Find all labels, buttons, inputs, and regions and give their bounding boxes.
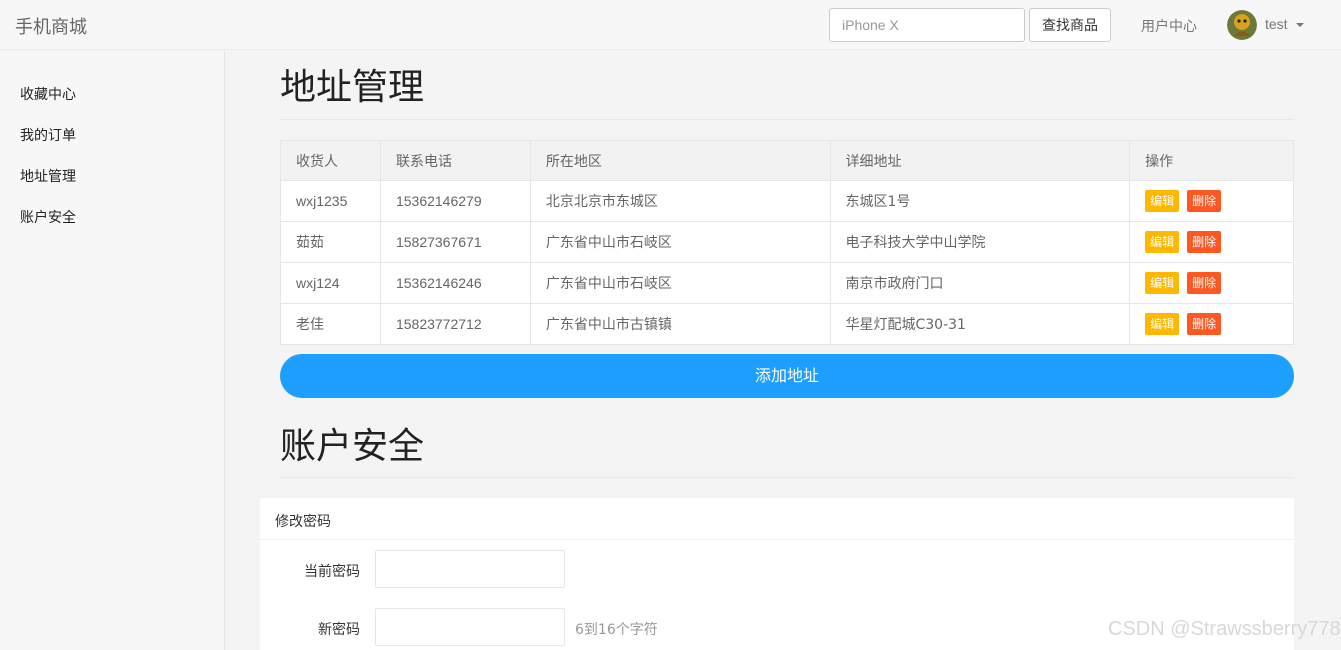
- cell-phone: 15362146246: [379, 262, 531, 304]
- add-address-button[interactable]: 添加地址: [280, 354, 1294, 398]
- cell-region: 北京北京市东城区: [529, 180, 831, 222]
- user-center-link[interactable]: 用户中心: [1141, 16, 1197, 36]
- cell-detail: 南京市政府门口: [829, 262, 1131, 304]
- address-table: 收货人 联系电话 所在地区 详细地址 操作 wxj1235 1536214627…: [280, 140, 1294, 345]
- cell-name: wxj124: [280, 262, 381, 304]
- table-row: 老佳 15823772712 广东省中山市古镇镇 华星灯配城C30-31 编辑删…: [280, 303, 1294, 345]
- current-password-input[interactable]: [375, 550, 565, 588]
- table-row: 茹茹 15827367671 广东省中山市石岐区 电子科技大学中山学院 编辑 删除: [280, 221, 1294, 263]
- delete-button[interactable]: 删除: [1187, 190, 1222, 212]
- sidebar-item-address[interactable]: 地址管理: [20, 166, 76, 186]
- cell-actions: 编辑 删除: [1129, 221, 1294, 263]
- cell-phone: 15362146279: [379, 180, 531, 222]
- cell-actions: 编辑 删除: [1129, 262, 1294, 304]
- brand-logo-text[interactable]: 手机商城: [15, 13, 87, 39]
- sidebar-item-security[interactable]: 账户安全: [20, 207, 76, 227]
- cell-detail: 华星灯配城C30-31: [829, 303, 1131, 345]
- column-header-detail: 详细地址: [829, 140, 1131, 181]
- cell-phone: 15827367671: [379, 221, 531, 263]
- security-section-title: 账户安全: [280, 426, 425, 467]
- search-button[interactable]: 查找商品: [1029, 8, 1111, 42]
- column-header-region: 所在地区: [529, 140, 831, 181]
- table-row: wxj1235 15362146279 北京北京市东城区 东城区1号 编辑 删除: [280, 180, 1294, 222]
- top-navbar: 手机商城 查找商品 用户中心 test: [0, 0, 1341, 50]
- cell-detail: 东城区1号: [829, 180, 1131, 222]
- sidebar-item-orders[interactable]: 我的订单: [20, 125, 76, 145]
- column-header-name: 收货人: [280, 140, 381, 181]
- table-header-row: 收货人 联系电话 所在地区 详细地址 操作: [280, 140, 1294, 181]
- delete-button[interactable]: 删除: [1187, 272, 1222, 294]
- watermark: CSDN @Strawssberry778: [1108, 618, 1341, 640]
- cell-phone: 15823772712: [379, 303, 531, 345]
- sidebar: 收藏中心 我的订单 地址管理 账户安全: [0, 51, 225, 650]
- cell-name: 老佳: [280, 303, 381, 345]
- card-title: 修改密码: [260, 498, 1294, 540]
- table-row: wxj124 15362146246 广东省中山市石岐区 南京市政府门口 编辑删…: [280, 262, 1294, 304]
- current-password-label: 当前密码: [304, 564, 360, 580]
- cell-actions: 编辑 删除: [1129, 303, 1294, 345]
- cell-region: 广东省中山市石岐区: [529, 221, 831, 263]
- avatar[interactable]: [1227, 10, 1257, 40]
- new-password-input[interactable]: [375, 608, 565, 646]
- new-password-hint: 6到16个字符: [575, 622, 658, 638]
- security-divider: [280, 477, 1294, 478]
- edit-button[interactable]: 编辑: [1145, 231, 1180, 253]
- edit-button[interactable]: 编辑: [1145, 272, 1180, 294]
- cell-detail: 电子科技大学中山学院: [829, 221, 1131, 263]
- new-password-label: 新密码: [318, 622, 360, 638]
- caret-down-icon[interactable]: [1296, 23, 1304, 27]
- cell-actions: 编辑 删除: [1129, 180, 1294, 222]
- column-header-actions: 操作: [1129, 140, 1294, 181]
- column-header-phone: 联系电话: [379, 140, 531, 181]
- address-section-title: 地址管理: [280, 67, 425, 108]
- cell-name: 茹茹: [280, 221, 381, 263]
- search-input[interactable]: [829, 8, 1025, 42]
- delete-button[interactable]: 删除: [1187, 231, 1222, 253]
- username[interactable]: test: [1265, 16, 1288, 32]
- delete-button[interactable]: 删除: [1187, 313, 1222, 335]
- edit-button[interactable]: 编辑: [1145, 190, 1180, 212]
- cell-name: wxj1235: [280, 180, 381, 222]
- edit-button[interactable]: 编辑: [1145, 313, 1180, 335]
- cell-region: 广东省中山市石岐区: [529, 262, 831, 304]
- address-divider: [280, 119, 1294, 120]
- cell-region: 广东省中山市古镇镇: [529, 303, 831, 345]
- sidebar-item-favorites[interactable]: 收藏中心: [20, 84, 76, 104]
